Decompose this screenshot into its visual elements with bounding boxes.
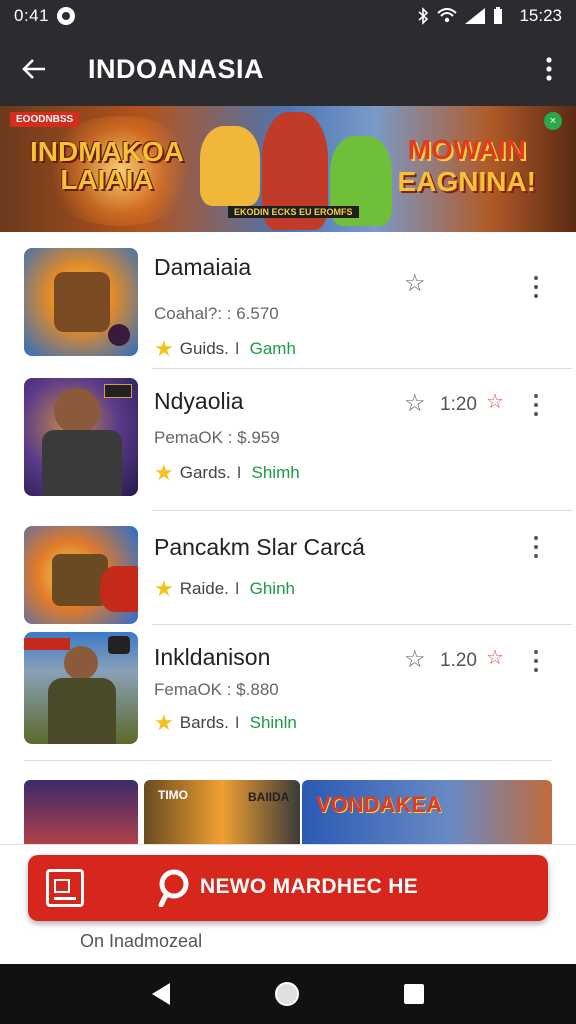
rating-star-icon: ☆ — [486, 391, 504, 413]
divider — [152, 368, 572, 369]
divider — [24, 760, 552, 761]
list-item[interactable]: Inkldanison FemaOK : $.880 ★ Bards. I Sh… — [24, 632, 552, 748]
item-menu-button[interactable] — [526, 390, 546, 420]
game-meta: PemaOK : $.959 — [154, 428, 280, 447]
game-meta: Coahal?: : 6.570 — [154, 304, 279, 323]
game-tags: ★ Guids. I Gamh — [154, 336, 296, 361]
game-name[interactable]: Inkldanison — [154, 644, 270, 671]
bottom-action-area: NEWO MARDHEC HE On Inadmozeal — [0, 844, 576, 964]
item-menu-button[interactable] — [526, 272, 546, 302]
game-tags: ★ Gards. I Shimh — [154, 460, 300, 485]
bluetooth-icon — [418, 7, 429, 25]
star-filled-icon: ★ — [154, 710, 174, 735]
banner-left-title: INDMAKOA LAIAIA — [30, 136, 184, 195]
search-icon — [158, 869, 189, 907]
gallery-item[interactable]: VONDAKEA — [302, 780, 552, 844]
status-time: 0:41 — [14, 6, 50, 25]
rating-value: 1.20 — [440, 650, 477, 671]
list-item[interactable]: Damaiaia Coahal?: : 6.570 ★ Guids. I Gam… — [24, 248, 552, 368]
game-tags: ★ Bards. I Shinln — [154, 710, 297, 735]
status-bar: 0:41 15:23 — [0, 0, 576, 32]
game-tags: ★ Raide. I Ghinh — [154, 576, 295, 601]
app-bar: INDOANASIA — [0, 32, 576, 106]
back-button[interactable] — [0, 32, 68, 106]
wifi-icon — [437, 8, 458, 23]
divider — [152, 510, 572, 511]
featured-gallery: TIMO BAIIDA VONDAKEA — [24, 780, 552, 844]
list-item[interactable]: Ndyaolia PemaOK : $.959 ★ Gards. I Shimh… — [24, 378, 552, 502]
banner-tag: EOODNBSS — [10, 112, 80, 127]
app-screen: 0:41 15:23 INDOANASIA EOODNBSS INDMAKOA … — [0, 0, 576, 1024]
game-name[interactable]: Pancakm Slar Carcá — [154, 534, 365, 561]
gallery-item[interactable]: TIMO BAIIDA — [144, 780, 300, 844]
nav-home-icon[interactable] — [274, 982, 299, 1006]
item-menu-button[interactable] — [526, 646, 546, 676]
favorite-star-icon[interactable]: ☆ — [404, 648, 426, 672]
banner-close-icon[interactable]: × — [544, 112, 562, 130]
divider — [152, 624, 572, 625]
star-filled-icon: ★ — [154, 336, 174, 361]
status-clock: 15:23 — [519, 6, 562, 25]
gallery-item[interactable] — [24, 780, 138, 844]
item-menu-button[interactable] — [526, 532, 546, 562]
game-thumbnail[interactable] — [24, 526, 138, 624]
star-filled-icon: ★ — [154, 576, 174, 601]
list-item[interactable]: Pancakm Slar Carcá ★ Raide. I Ghinh — [24, 526, 552, 626]
star-filled-icon: ★ — [154, 460, 174, 485]
more-vert-icon — [546, 57, 552, 81]
primary-action-button[interactable]: NEWO MARDHEC HE — [28, 855, 548, 921]
nav-back-icon[interactable] — [152, 983, 171, 1005]
game-thumbnail[interactable] — [24, 378, 138, 496]
promo-banner[interactable]: EOODNBSS INDMAKOA LAIAIA EKODIN ECKS EU … — [0, 106, 576, 232]
game-meta: FemaOK : $.880 — [154, 680, 279, 699]
game-thumbnail[interactable] — [24, 248, 138, 356]
system-nav-bar — [0, 964, 576, 1024]
rating-value: 1:20 — [440, 394, 477, 415]
overflow-menu-button[interactable] — [522, 32, 576, 106]
game-thumbnail[interactable] — [24, 632, 138, 744]
arrow-left-icon — [22, 59, 45, 79]
favorite-star-icon[interactable]: ☆ — [404, 272, 426, 296]
document-icon — [46, 869, 84, 907]
game-name[interactable]: Damaiaia — [154, 254, 251, 281]
rating-star-icon: ☆ — [486, 647, 504, 669]
banner-right-title: MOWAIN EAGNINA! — [397, 134, 536, 197]
favorite-star-icon[interactable]: ☆ — [404, 392, 426, 416]
signal-icon — [465, 8, 486, 24]
footer-note: On Inadmozeal — [80, 931, 203, 951]
primary-action-label: NEWO MARDHEC HE — [200, 875, 418, 898]
status-icons: 15:23 — [417, 6, 562, 26]
battery-icon — [494, 7, 503, 24]
page-title: INDOANASIA — [88, 53, 265, 84]
banner-subtitle: EKODIN ECKS EU EROMFS — [228, 206, 359, 218]
banner-character-1 — [200, 126, 260, 206]
nav-recents-icon[interactable] — [403, 984, 424, 1004]
notification-icon — [57, 7, 76, 25]
game-name[interactable]: Ndyaolia — [154, 388, 244, 415]
